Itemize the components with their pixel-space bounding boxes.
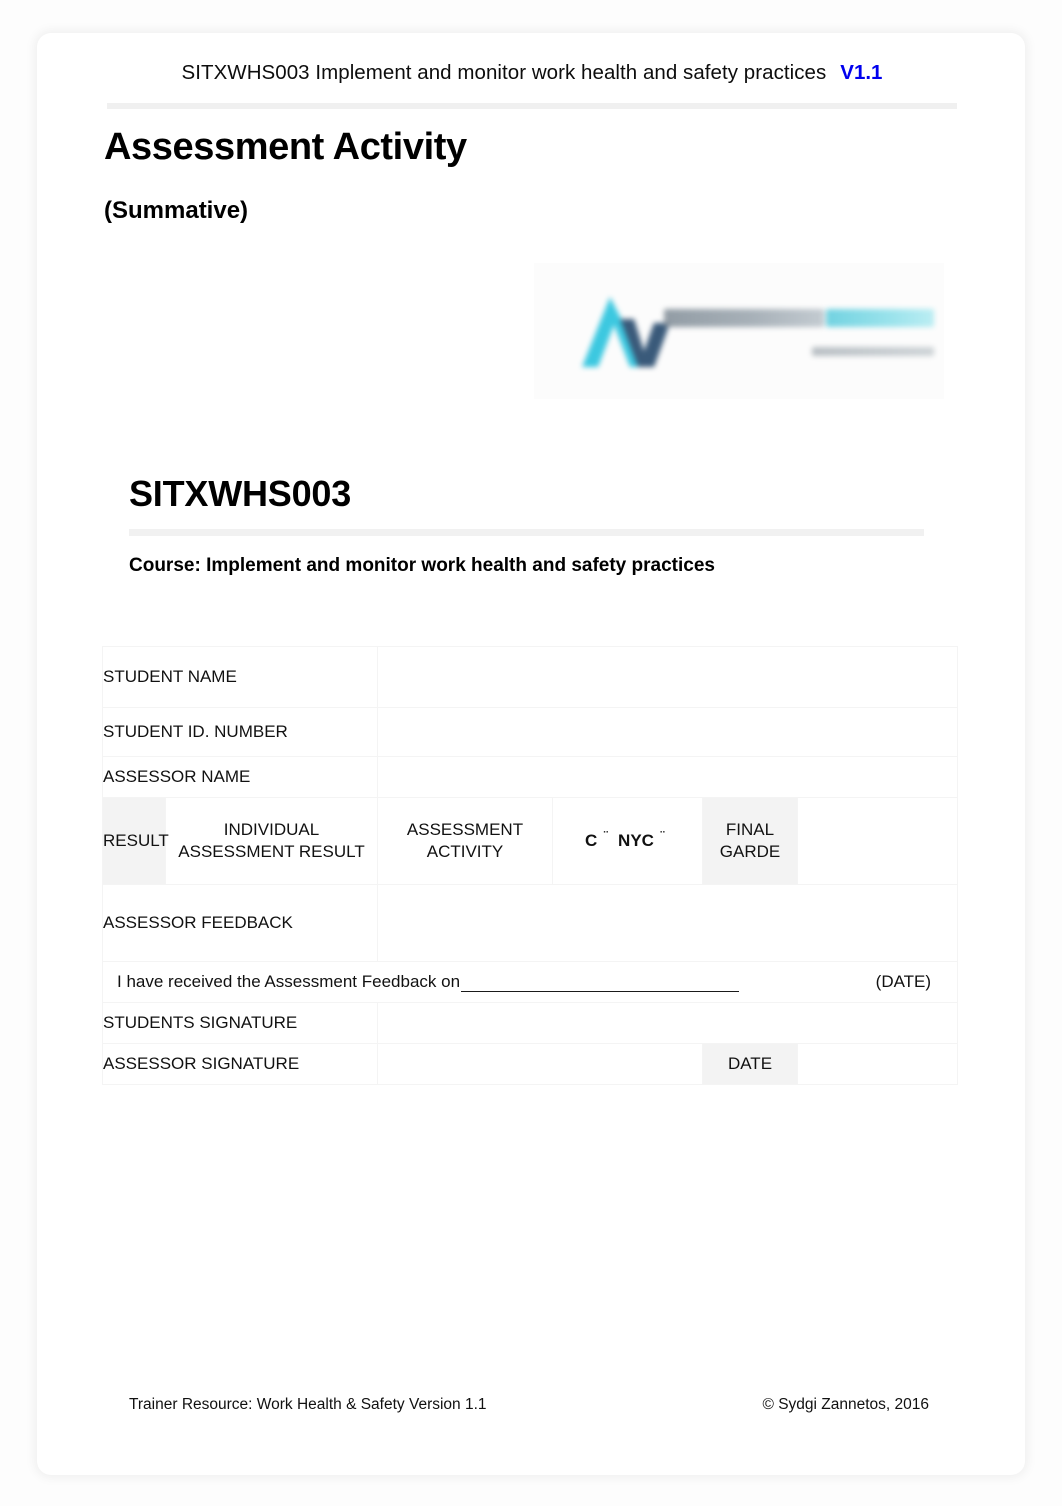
unit-rule-divider xyxy=(129,529,924,536)
table-row-student-id: STUDENT ID. NUMBER xyxy=(102,707,959,757)
unit-code: SITXWHS003 xyxy=(129,473,352,514)
document-header: SITXWHS003 Implement and monitor work he… xyxy=(107,61,957,109)
label-result: RESULT xyxy=(102,797,169,885)
logo-a-mark xyxy=(582,297,670,367)
value-date[interactable] xyxy=(796,1043,959,1085)
document-page: SITXWHS003 Implement and monitor work he… xyxy=(37,33,1025,1475)
table-row-assessor-feedback: ASSESSOR FEEDBACK xyxy=(102,884,959,962)
table-row-assessor-signature: ASSESSOR SIGNATURE DATE xyxy=(102,1043,959,1085)
label-assessor-signature: ASSESSOR SIGNATURE xyxy=(102,1043,378,1085)
label-student-name: STUDENT NAME xyxy=(102,646,378,708)
value-student-name[interactable] xyxy=(376,646,959,708)
value-assessor-feedback[interactable] xyxy=(376,884,959,962)
page-title: Assessment Activity xyxy=(104,126,467,168)
competent-checkbox-icon[interactable]: ¨ xyxy=(602,830,609,846)
logo-image xyxy=(554,285,944,381)
header-title: SITXWHS003 Implement and monitor work he… xyxy=(181,61,827,84)
page-subtitle: (Summative) xyxy=(104,197,249,224)
label-students-signature: STUDENTS SIGNATURE xyxy=(102,1002,378,1044)
label-assessor-name: ASSESSOR NAME xyxy=(102,756,378,798)
value-final-grade[interactable] xyxy=(796,797,959,885)
value-assessor-signature[interactable] xyxy=(377,1043,703,1085)
label-assessment-activity: ASSESSMENT ACTIVITY xyxy=(377,797,553,885)
logo-wordmark-secondary xyxy=(826,309,934,327)
not-yet-competent-checkbox-icon[interactable]: ¨ xyxy=(659,830,666,846)
table-row-students-signature: STUDENTS SIGNATURE xyxy=(102,1002,959,1044)
value-assessor-name[interactable] xyxy=(376,756,959,798)
value-student-id[interactable] xyxy=(376,707,959,757)
table-row-feedback-received: I have received the Assessment Feedback … xyxy=(101,961,959,1003)
header-version: V1.1 xyxy=(840,61,883,84)
label-individual-assessment-result: INDIVIDUAL ASSESSMENT RESULT xyxy=(165,797,378,885)
logo-tagline xyxy=(812,347,934,356)
feedback-received-date-input[interactable] xyxy=(461,976,740,992)
document-footer: Trainer Resource: Work Health & Safety V… xyxy=(129,1396,929,1414)
course-title: Course: Implement and monitor work healt… xyxy=(129,555,715,576)
logo-container xyxy=(534,263,944,399)
assessment-cover-table: STUDENT NAME STUDENT ID. NUMBER ASSESSOR… xyxy=(101,646,959,1085)
footer-right-text: © Sydgi Zannetos, 2016 xyxy=(762,1396,929,1413)
feedback-received-cell: I have received the Assessment Feedback … xyxy=(101,961,959,1003)
table-row-assessor-name: ASSESSOR NAME xyxy=(102,756,959,798)
label-assessor-feedback: ASSESSOR FEEDBACK xyxy=(102,884,378,962)
logo-wordmark-primary xyxy=(664,309,824,327)
label-final-grade: FINAL GARDE xyxy=(702,797,798,885)
value-students-signature[interactable] xyxy=(376,1002,959,1044)
competent-label: C xyxy=(585,831,598,851)
not-yet-competent-label: NYC xyxy=(618,831,654,851)
assessment-activity-checkboxes[interactable]: C ¨ NYC ¨ xyxy=(552,797,703,885)
label-student-id: STUDENT ID. NUMBER xyxy=(102,707,378,757)
table-row-student-name: STUDENT NAME xyxy=(102,646,959,708)
label-date: DATE xyxy=(702,1043,798,1085)
feedback-received-date-label: (DATE) xyxy=(875,972,932,991)
footer-left-text: Trainer Resource: Work Health & Safety V… xyxy=(129,1396,487,1413)
table-row-result: RESULT INDIVIDUAL ASSESSMENT RESULT ASSE… xyxy=(102,797,959,885)
page-shell: SITXWHS003 Implement and monitor work he… xyxy=(0,0,1062,1506)
feedback-received-text: I have received the Assessment Feedback … xyxy=(117,972,461,991)
